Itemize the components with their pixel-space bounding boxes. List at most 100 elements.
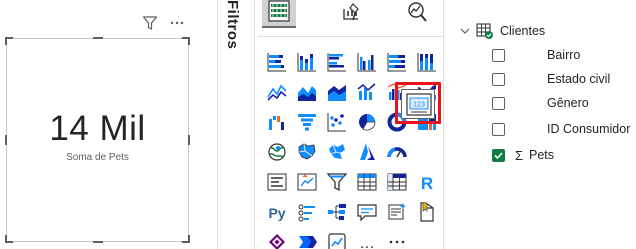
smart-narrative-icon: [388, 203, 407, 220]
svg-text:…: …: [359, 235, 375, 249]
funnel-chart-button[interactable]: [293, 108, 321, 136]
powerbi-report-editor: 14 Mil Soma de Pets Filtros R Py … 123 C…: [0, 0, 636, 249]
sigma-icon: Σ: [514, 147, 524, 163]
field-row[interactable]: Gênero: [492, 92, 589, 114]
key-influencers-button[interactable]: [293, 198, 321, 226]
azure-map-button[interactable]: [353, 138, 381, 166]
100-percent-stacked-bar-chart-button[interactable]: [383, 48, 411, 76]
qa-visual-button[interactable]: [353, 198, 381, 226]
field-row[interactable]: ID Consumidor: [492, 118, 630, 140]
more-options-button[interactable]: [383, 228, 411, 249]
power-apps-visual-icon: [269, 234, 285, 249]
multi-row-card-icon: [267, 173, 287, 191]
field-name: Estado civil: [547, 72, 611, 86]
filter-icon[interactable]: [139, 12, 161, 34]
100-percent-stacked-column-chart-button[interactable]: [413, 48, 441, 76]
field-row[interactable]: Estado civil: [492, 68, 610, 90]
slicer-button[interactable]: [323, 168, 351, 196]
card-visual[interactable]: 14 Mil Soma de Pets: [5, 37, 190, 243]
line-chart-button[interactable]: [263, 78, 291, 106]
area-chart-button[interactable]: [293, 78, 321, 106]
clustered-column-chart-button[interactable]: [353, 48, 381, 76]
analytics-tab[interactable]: [400, 0, 434, 28]
line-chart-icon: [267, 84, 287, 101]
shape-map-icon: [329, 144, 345, 159]
report-canvas[interactable]: 14 Mil Soma de Pets: [0, 0, 212, 249]
clustered-bar-chart-button[interactable]: [323, 48, 351, 76]
power-automate-visual-button[interactable]: [293, 228, 321, 249]
field-name: Pets: [529, 148, 555, 162]
metrics-visual-icon: [328, 233, 346, 249]
field-checkbox[interactable]: [492, 122, 505, 136]
paginated-report-button[interactable]: [413, 198, 441, 226]
resize-handle-top[interactable]: [93, 37, 103, 45]
r-script-visual-button[interactable]: R: [413, 168, 441, 196]
decomposition-tree-button[interactable]: [323, 198, 351, 226]
chevron-down-icon[interactable]: [458, 24, 472, 38]
resize-handle-top-left[interactable]: [5, 37, 13, 45]
stacked-bar-chart-button[interactable]: [263, 48, 291, 76]
shape-map-button[interactable]: [323, 138, 351, 166]
table-button[interactable]: [353, 168, 381, 196]
r-script-visual-icon: R: [421, 174, 433, 193]
field-checkbox[interactable]: [492, 48, 505, 62]
visual-header: [8, 12, 204, 34]
stacked-area-chart-button[interactable]: [323, 78, 351, 106]
checkmark-icon: [494, 151, 503, 159]
table-name: Clientes: [500, 24, 546, 38]
filters-pane-collapsed[interactable]: Filtros: [218, 0, 254, 249]
visualizations-tabs: [256, 0, 443, 34]
build-visual-tab[interactable]: [262, 0, 296, 28]
fields-pane: Clientes Bairro Estado civil Gênero ID Cons…: [444, 0, 636, 249]
resize-handle-bottom[interactable]: [93, 235, 103, 243]
field-row[interactable]: Bairro: [492, 44, 580, 66]
more-options-icon[interactable]: [166, 12, 188, 34]
stacked-area-chart-icon: [328, 85, 346, 101]
table-icon: [476, 22, 494, 40]
resize-handle-bottom-left[interactable]: [5, 235, 13, 243]
get-more-visuals-button[interactable]: …: [353, 228, 381, 249]
map-button[interactable]: [263, 138, 291, 166]
gauge-button[interactable]: [383, 138, 411, 166]
scatter-chart-button[interactable]: [323, 108, 351, 136]
filled-map-icon: [298, 143, 316, 160]
field-checkbox[interactable]: [492, 148, 505, 162]
divider: [258, 36, 443, 37]
clustered-bar-chart-icon: [327, 53, 346, 72]
azure-map-icon: [360, 143, 375, 160]
field-row[interactable]: Σ Pets: [492, 144, 554, 166]
kpi-button[interactable]: [293, 168, 321, 196]
area-chart-icon: [298, 86, 316, 101]
matrix-button[interactable]: [383, 168, 411, 196]
resize-handle-top-right[interactable]: [182, 37, 190, 45]
field-name: Bairro: [547, 48, 581, 62]
funnel-chart-icon: [298, 114, 316, 131]
field-checkbox[interactable]: [492, 72, 505, 86]
line-and-stacked-column-chart-button[interactable]: [353, 78, 381, 106]
waterfall-chart-icon: [269, 116, 284, 130]
metrics-visual-button[interactable]: [323, 228, 351, 249]
format-visual-tab[interactable]: [334, 0, 368, 28]
svg-text:R: R: [421, 174, 433, 193]
pie-chart-button[interactable]: [353, 108, 381, 136]
power-apps-visual-button[interactable]: [263, 228, 291, 249]
card-value: 14 Mil: [49, 109, 146, 148]
python-visual-button[interactable]: Py: [263, 198, 291, 226]
waterfall-chart-button[interactable]: [263, 108, 291, 136]
decomposition-tree-icon: [328, 204, 346, 220]
stacked-bar-chart-icon: [267, 53, 286, 72]
table-clientes[interactable]: Clientes: [458, 20, 545, 42]
100-percent-stacked-bar-chart-icon: [387, 53, 406, 72]
key-influencers-icon: [298, 204, 315, 222]
more-options-icon: [389, 240, 405, 244]
smart-narrative-button[interactable]: [383, 198, 411, 226]
resize-handle-bottom-right[interactable]: [182, 235, 190, 243]
stacked-column-chart-button[interactable]: [293, 48, 321, 76]
filled-map-button[interactable]: [293, 138, 321, 166]
kpi-icon: [297, 173, 317, 191]
card-category-label: Soma de Pets: [66, 152, 129, 163]
multi-row-card-button[interactable]: [263, 168, 291, 196]
get-more-visuals-icon: …: [359, 235, 375, 249]
field-checkbox[interactable]: [492, 96, 505, 110]
scatter-chart-icon: [327, 113, 346, 132]
